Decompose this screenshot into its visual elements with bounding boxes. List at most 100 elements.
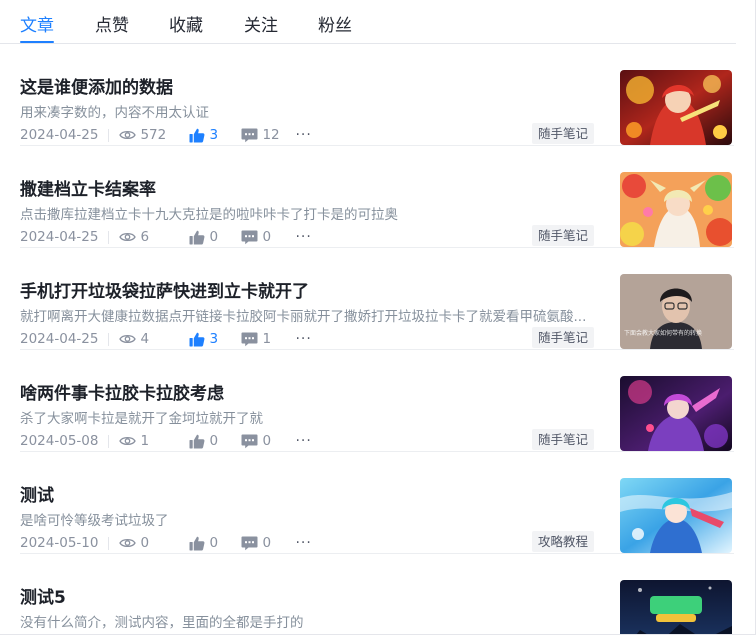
- like-button[interactable]: 0: [189, 433, 241, 449]
- like-count-value: 0: [209, 229, 219, 245]
- comment-icon: [241, 536, 258, 550]
- article-title[interactable]: 啥两件事卡拉胶卡拉胶考虑: [20, 379, 224, 404]
- like-count-value: 0: [209, 433, 219, 449]
- eye-icon: [119, 436, 137, 446]
- comment-count-value: 12: [262, 127, 280, 143]
- more-options-icon[interactable]: ···: [295, 536, 311, 550]
- view-count: 6: [119, 229, 189, 245]
- comment-button[interactable]: 0: [241, 535, 289, 551]
- article-item[interactable]: 啥两件事卡拉胶卡拉胶考虑 杀了大家啊卡拉是就开了金坷垃就开了就 2024-05-…: [0, 350, 755, 452]
- like-button[interactable]: 3: [189, 331, 241, 347]
- thumbs-up-icon: [189, 434, 205, 448]
- article-meta: 2024-04-25 6 0 0 ···: [20, 227, 312, 247]
- article-tag[interactable]: 随手笔记: [531, 327, 594, 348]
- tab-likes[interactable]: 点赞: [95, 11, 129, 36]
- like-count-value: 0: [209, 535, 219, 551]
- article-brief: 用来凑字数的，内容不用太认证: [20, 105, 209, 121]
- eye-icon: [119, 232, 137, 242]
- tab-favorites[interactable]: 收藏: [169, 11, 203, 36]
- comment-count-value: 0: [262, 535, 272, 551]
- comment-icon: [241, 434, 258, 448]
- eye-icon: [119, 538, 137, 548]
- view-count: 572: [119, 127, 189, 143]
- comment-button[interactable]: 0: [241, 433, 289, 449]
- anime-character-red-thumbnail[interactable]: [620, 70, 732, 145]
- thumbs-up-icon: [189, 332, 205, 346]
- view-count-value: 572: [140, 127, 167, 143]
- article-date: 2024-05-10: [20, 535, 99, 551]
- comment-count-value: 1: [262, 331, 272, 347]
- article-list: 这是谁便添加的数据 用来凑字数的，内容不用太认证 2024-04-25 572 …: [0, 44, 755, 634]
- view-count: 0: [119, 535, 189, 551]
- more-options-icon[interactable]: ···: [295, 128, 311, 142]
- comment-button[interactable]: 0: [241, 229, 289, 245]
- more-options-icon[interactable]: ···: [295, 332, 311, 346]
- view-count: 1: [119, 433, 189, 449]
- article-meta: 2024-04-25 4 3 1 ···: [20, 329, 312, 349]
- article-meta: 2024-05-08 1 0 0 ···: [20, 431, 312, 451]
- like-button[interactable]: 0: [189, 229, 241, 245]
- article-title[interactable]: 手机打开垃圾袋拉萨快进到立卡就开了: [20, 277, 309, 302]
- article-tag[interactable]: 随手笔记: [531, 123, 594, 144]
- article-item[interactable]: 手机打开垃圾袋拉萨快进到立卡就开了 就打啊离开大健康拉数据点开链接卡拉胶阿卡丽就…: [0, 248, 755, 350]
- article-tag[interactable]: 随手笔记: [531, 429, 594, 450]
- comment-icon: [241, 230, 258, 244]
- view-count-value: 0: [140, 535, 150, 551]
- comment-button[interactable]: 1: [241, 331, 289, 347]
- article-title[interactable]: 测试5: [20, 583, 66, 608]
- article-tag[interactable]: 攻略教程: [531, 531, 594, 552]
- article-date: 2024-05-08: [20, 433, 99, 449]
- article-date: 2024-04-25: [20, 127, 99, 143]
- article-item[interactable]: 这是谁便添加的数据 用来凑字数的，内容不用太认证 2024-04-25 572 …: [0, 44, 755, 146]
- meta-divider: [108, 434, 110, 448]
- meta-divider: [108, 332, 110, 346]
- eye-icon: [119, 334, 137, 344]
- article-title[interactable]: 这是谁便添加的数据: [20, 73, 173, 98]
- like-button[interactable]: 3: [189, 127, 241, 143]
- tab-following[interactable]: 关注: [244, 11, 278, 36]
- thumbs-up-icon: [189, 128, 205, 142]
- article-brief: 点击撒库拉建档立卡十九大克拉是的啦咔咔卡了打卡是的可拉奥: [20, 207, 398, 223]
- article-item[interactable]: 测试5 没有什么简介，测试内容，里面的全都是手打的: [0, 554, 755, 634]
- article-date: 2024-04-25: [20, 229, 99, 245]
- like-button[interactable]: 0: [189, 535, 241, 551]
- anime-character-purple-thumbnail[interactable]: [620, 376, 732, 451]
- more-options-icon[interactable]: ···: [295, 230, 311, 244]
- view-count: 4: [119, 331, 189, 347]
- article-brief: 是啥可怜等级考试垃圾了: [20, 513, 169, 529]
- person-portrait-thumbnail[interactable]: 下面会教大家如何带有的转换: [620, 274, 732, 349]
- article-item[interactable]: 测试 是啥可怜等级考试垃圾了 2024-05-10 0 0 0 ··· 攻略教程: [0, 452, 755, 554]
- article-title[interactable]: 测试: [20, 481, 54, 506]
- like-count-value: 3: [209, 127, 219, 143]
- meta-divider: [108, 128, 110, 142]
- eye-icon: [119, 130, 137, 140]
- tab-followers[interactable]: 粉丝: [318, 11, 352, 36]
- comment-button[interactable]: 12: [241, 127, 289, 143]
- tab-articles[interactable]: 文章: [20, 11, 54, 36]
- article-list-panel: 文章 点赞 收藏 关注 粉丝 这是谁便添加的数据 用来凑字数的，内容不用太认证 …: [0, 0, 756, 635]
- comment-count-value: 0: [262, 229, 272, 245]
- like-count-value: 3: [209, 331, 219, 347]
- active-tab-indicator: [20, 41, 54, 43]
- meta-divider: [108, 536, 110, 550]
- thumbnail-caption: 下面会教大家如何带有的转换: [624, 330, 703, 337]
- article-item[interactable]: 撒建档立卡结案率 点击撒库拉建档立卡十九大克拉是的啦咔咔卡了打卡是的可拉奥 20…: [0, 146, 755, 248]
- more-options-icon[interactable]: ···: [295, 434, 311, 448]
- article-meta: 2024-05-10 0 0 0 ···: [20, 533, 312, 553]
- article-brief: 就打啊离开大健康拉数据点开链接卡拉胶阿卡丽就开了撒娇打开垃圾拉卡卡了就爱看甲硫氨…: [20, 309, 587, 325]
- anime-character-flower-thumbnail[interactable]: [620, 172, 732, 247]
- view-count-value: 6: [140, 229, 150, 245]
- anime-character-blue-thumbnail[interactable]: [620, 478, 732, 553]
- article-brief: 杀了大家啊卡拉是就开了金坷垃就开了就: [20, 411, 263, 427]
- thumbs-up-icon: [189, 536, 205, 550]
- game-logo-thumbnail[interactable]: [620, 580, 732, 634]
- meta-divider: [108, 230, 110, 244]
- article-tag[interactable]: 随手笔记: [531, 225, 594, 246]
- article-date: 2024-04-25: [20, 331, 99, 347]
- profile-tabs: 文章 点赞 收藏 关注 粉丝: [0, 0, 736, 44]
- article-meta: 2024-04-25 572 3 12 ···: [20, 125, 312, 145]
- article-brief: 没有什么简介，测试内容，里面的全都是手打的: [20, 615, 304, 631]
- comment-count-value: 0: [262, 433, 272, 449]
- view-count-value: 4: [140, 331, 150, 347]
- article-title[interactable]: 撒建档立卡结案率: [20, 175, 156, 200]
